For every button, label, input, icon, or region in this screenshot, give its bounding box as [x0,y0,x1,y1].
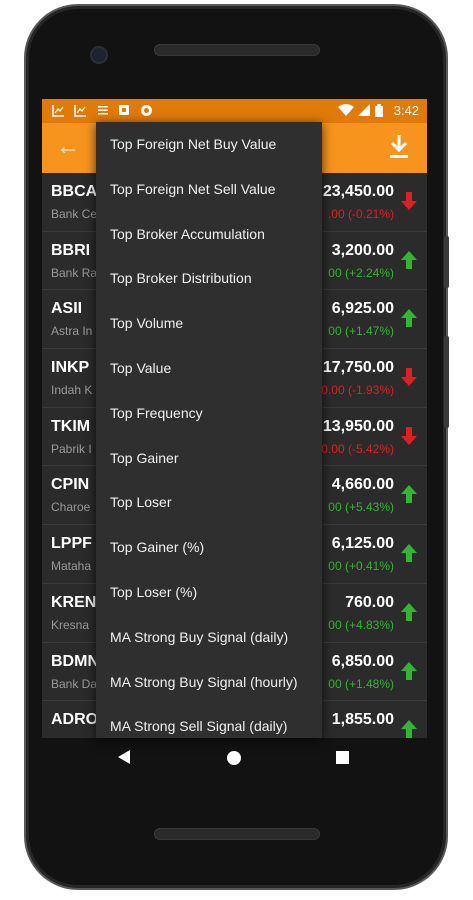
arrow-up-icon [401,485,417,504]
stock-price: 23,450.00 [322,183,394,200]
battery-icon [375,104,383,117]
clock: 3:42 [393,103,419,118]
arrow-up-icon [401,602,417,621]
stock-name: Mataha [51,559,92,574]
menu-item[interactable]: MA Strong Sell Signal (daily) [96,704,322,738]
stock-name: Bank Da [51,676,98,691]
stock-price: 4,660.00 [331,476,394,494]
stock-code: INKP [51,359,90,377]
stock-price: 3,200.00 [331,241,394,259]
circle-icon [141,105,152,116]
arrow-up-icon [401,544,417,563]
menu-item[interactable]: Top Frequency [96,391,322,436]
arrow-down-icon [401,192,417,210]
stock-code: CPIN [51,476,90,494]
power-button [444,236,449,288]
menu-item[interactable]: Top Broker Distribution [96,256,322,301]
stock-change: 0.00 (-1.93%) [321,383,394,398]
stock-name: Charoe [51,500,91,515]
arrow-down-icon [401,426,417,445]
stock-name: Astra In [51,324,93,339]
stock-code: BBRI [51,241,91,259]
stock-code: BBCA [51,183,98,200]
stock-name: Indah K [51,383,93,398]
stock-code: TKIM [51,417,91,435]
menu-item[interactable]: Top Volume [96,301,322,346]
navigation-bar [42,738,427,782]
arrow-back-icon[interactable]: ← [56,133,80,161]
stock-code: ADRO [51,711,99,729]
chart-icon [74,105,86,117]
arrow-down-icon [401,368,417,387]
arrow-up-icon [401,661,417,680]
stock-change: 00 (+1.47%) [328,324,394,339]
stock-change: 00 (+0.41%) [328,559,394,574]
list-icon [98,106,108,115]
stock-name: Kresna [51,617,90,632]
nav-recents-icon[interactable] [336,751,349,764]
stock-change: 00 (+4.83%) [328,617,394,632]
stock-name: Bank Ra [51,265,98,280]
top-speaker [154,44,320,56]
menu-item[interactable]: MA Strong Buy Signal (hourly) [96,660,322,705]
stock-change: 00 (+1.48%) [328,676,394,691]
stock-change: 00 (+5.43%) [328,500,394,515]
stock-price: 6,925.00 [331,300,394,318]
dropdown-menu: Top Foreign Net Buy Value Top Foreign Net… [96,122,322,738]
menu-item[interactable]: Top Foreign Net Buy Value [96,122,322,167]
arrow-up-icon [401,309,417,328]
menu-item[interactable]: Top Loser [96,480,322,525]
stock-price: 760.00 [345,593,394,611]
signal-icon [358,104,370,116]
menu-item[interactable]: Top Gainer [96,436,322,481]
volume-button [444,336,449,428]
menu-item[interactable]: Top Gainer (%) [96,525,322,570]
stock-change: 0.00 (-5.42%) [321,441,394,456]
stock-name: Bank Ce [51,207,98,221]
stock-code: KREN [51,593,97,611]
chart-icon [52,105,64,117]
menu-item[interactable]: Top Broker Accumulation [96,212,322,257]
menu-item[interactable]: MA Strong Buy Signal (daily) [96,615,322,660]
stock-price: 1,855.00 [331,711,394,729]
menu-item[interactable]: Top Loser (%) [96,570,322,615]
front-camera [90,46,108,64]
nav-home-icon[interactable] [227,751,241,765]
stock-code: LPPF [51,535,92,553]
menu-item[interactable]: Top Foreign Net Sell Value [96,167,322,212]
arrow-up-icon [401,250,417,269]
stock-price: 17,750.00 [322,359,394,377]
stock-name: Pabrik I [51,441,92,456]
wifi-icon [338,104,354,116]
stock-code: ASII [51,300,83,318]
stock-price: 13,950.00 [322,417,394,435]
stock-price: 6,125.00 [331,535,394,553]
stock-change: 00 (+2.24%) [328,265,394,280]
stock-change: .00 (-0.21%) [327,207,394,221]
nav-back-icon[interactable] [118,750,130,764]
app-icon [119,105,129,115]
stock-price: 6,850.00 [331,652,394,670]
status-bar: 3:42 [42,99,427,123]
stock-code: BDMN [51,652,99,670]
download-icon[interactable] [387,133,411,161]
menu-item[interactable]: Top Value [96,346,322,391]
bottom-speaker [154,828,320,840]
arrow-up-icon [401,720,417,738]
